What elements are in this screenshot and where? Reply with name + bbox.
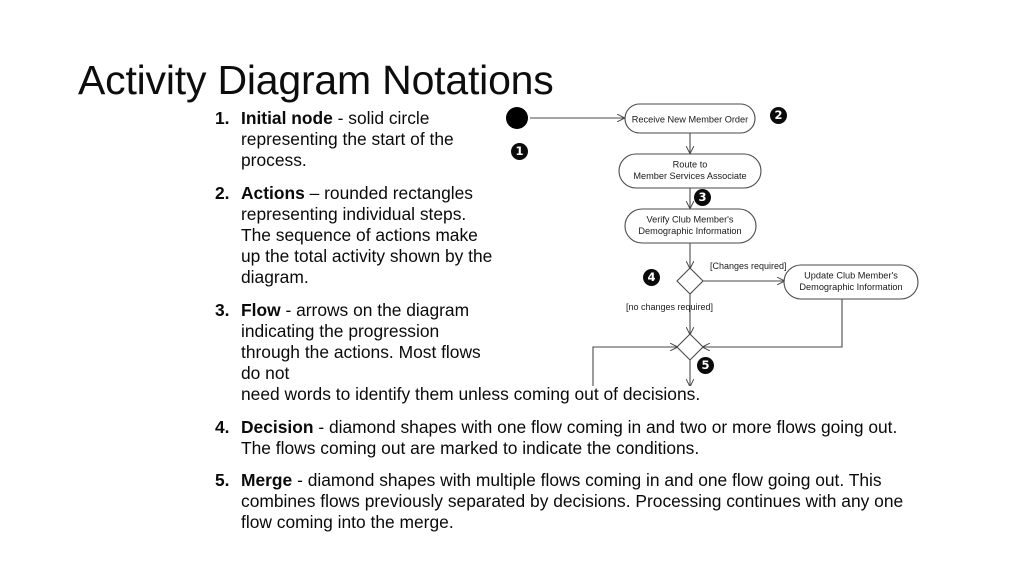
list-item-initial-node: 1. Initial node - solid circle represent… [215,108,496,172]
action-route-label-line1: Route to [673,160,708,170]
list-item-number: 1. [215,108,230,128]
guard-changes-required: [Changes required] [710,261,787,271]
action-receive-label: Receive New Member Order [632,115,748,125]
list-item-number: 4. [215,416,230,437]
callout-badge-1: 1 [511,143,528,160]
flow-update-to-merge [703,299,843,347]
action-verify-label-line2: Demographic Information [638,226,741,236]
list-item-term: Merge [241,470,293,491]
flow-left-into-merge [592,347,677,386]
list-item-merge: 5. Merge - diamond shapes with multiple … [215,470,921,534]
list-item-body: - diamond shapes with one flow coming in… [241,416,898,458]
action-verify-demographic-info: Verify Club Member's Demographic Informa… [624,208,757,244]
guard-no-changes-required: [no changes required] [626,302,713,312]
activity-diagram: Receive New Member Order Route to Member… [492,96,922,386]
page-title: Activity Diagram Notations [78,57,554,103]
list-item-decision: 4. Decision - diamond shapes with one fl… [215,417,921,459]
list-item-number: 2. [215,182,230,203]
list-item-term: Decision [241,416,314,437]
list-item-actions: 2. Actions – rounded rectangles represen… [215,183,496,289]
list-item-term: Initial node [241,108,333,128]
action-verify-label-line1: Verify Club Member's [646,215,733,225]
action-update-demographic-info: Update Club Member's Demographic Informa… [783,264,919,300]
list-item-body-overflow: need words to identify them unless comin… [241,384,701,405]
list-item-term: Flow [241,299,281,320]
action-receive-new-member-order: Receive New Member Order [624,103,756,134]
decision-node [676,267,704,295]
callout-badge-5: 5 [697,357,714,374]
action-route-label-line2: Member Services Associate [633,171,746,181]
list-item-number: 3. [215,299,230,320]
activity-diagram-canvas: Receive New Member Order Route to Member… [506,103,919,386]
list-item-body: - diamond shapes with multiple flows com… [241,470,904,533]
action-update-label-line2: Demographic Information [799,282,902,292]
initial-node [506,107,528,129]
callout-badge-2: 2 [770,107,787,124]
list-item-term: Actions [241,182,305,203]
list-item-number: 5. [215,470,230,491]
callout-badge-3: 3 [694,189,711,206]
action-route-to-member-services: Route to Member Services Associate [618,153,762,189]
list-item-flow: 3. Flow - arrows on the diagram indicati… [215,299,700,406]
merge-node [676,333,704,361]
action-update-label-line1: Update Club Member's [804,271,898,281]
callout-badge-4: 4 [643,269,660,286]
